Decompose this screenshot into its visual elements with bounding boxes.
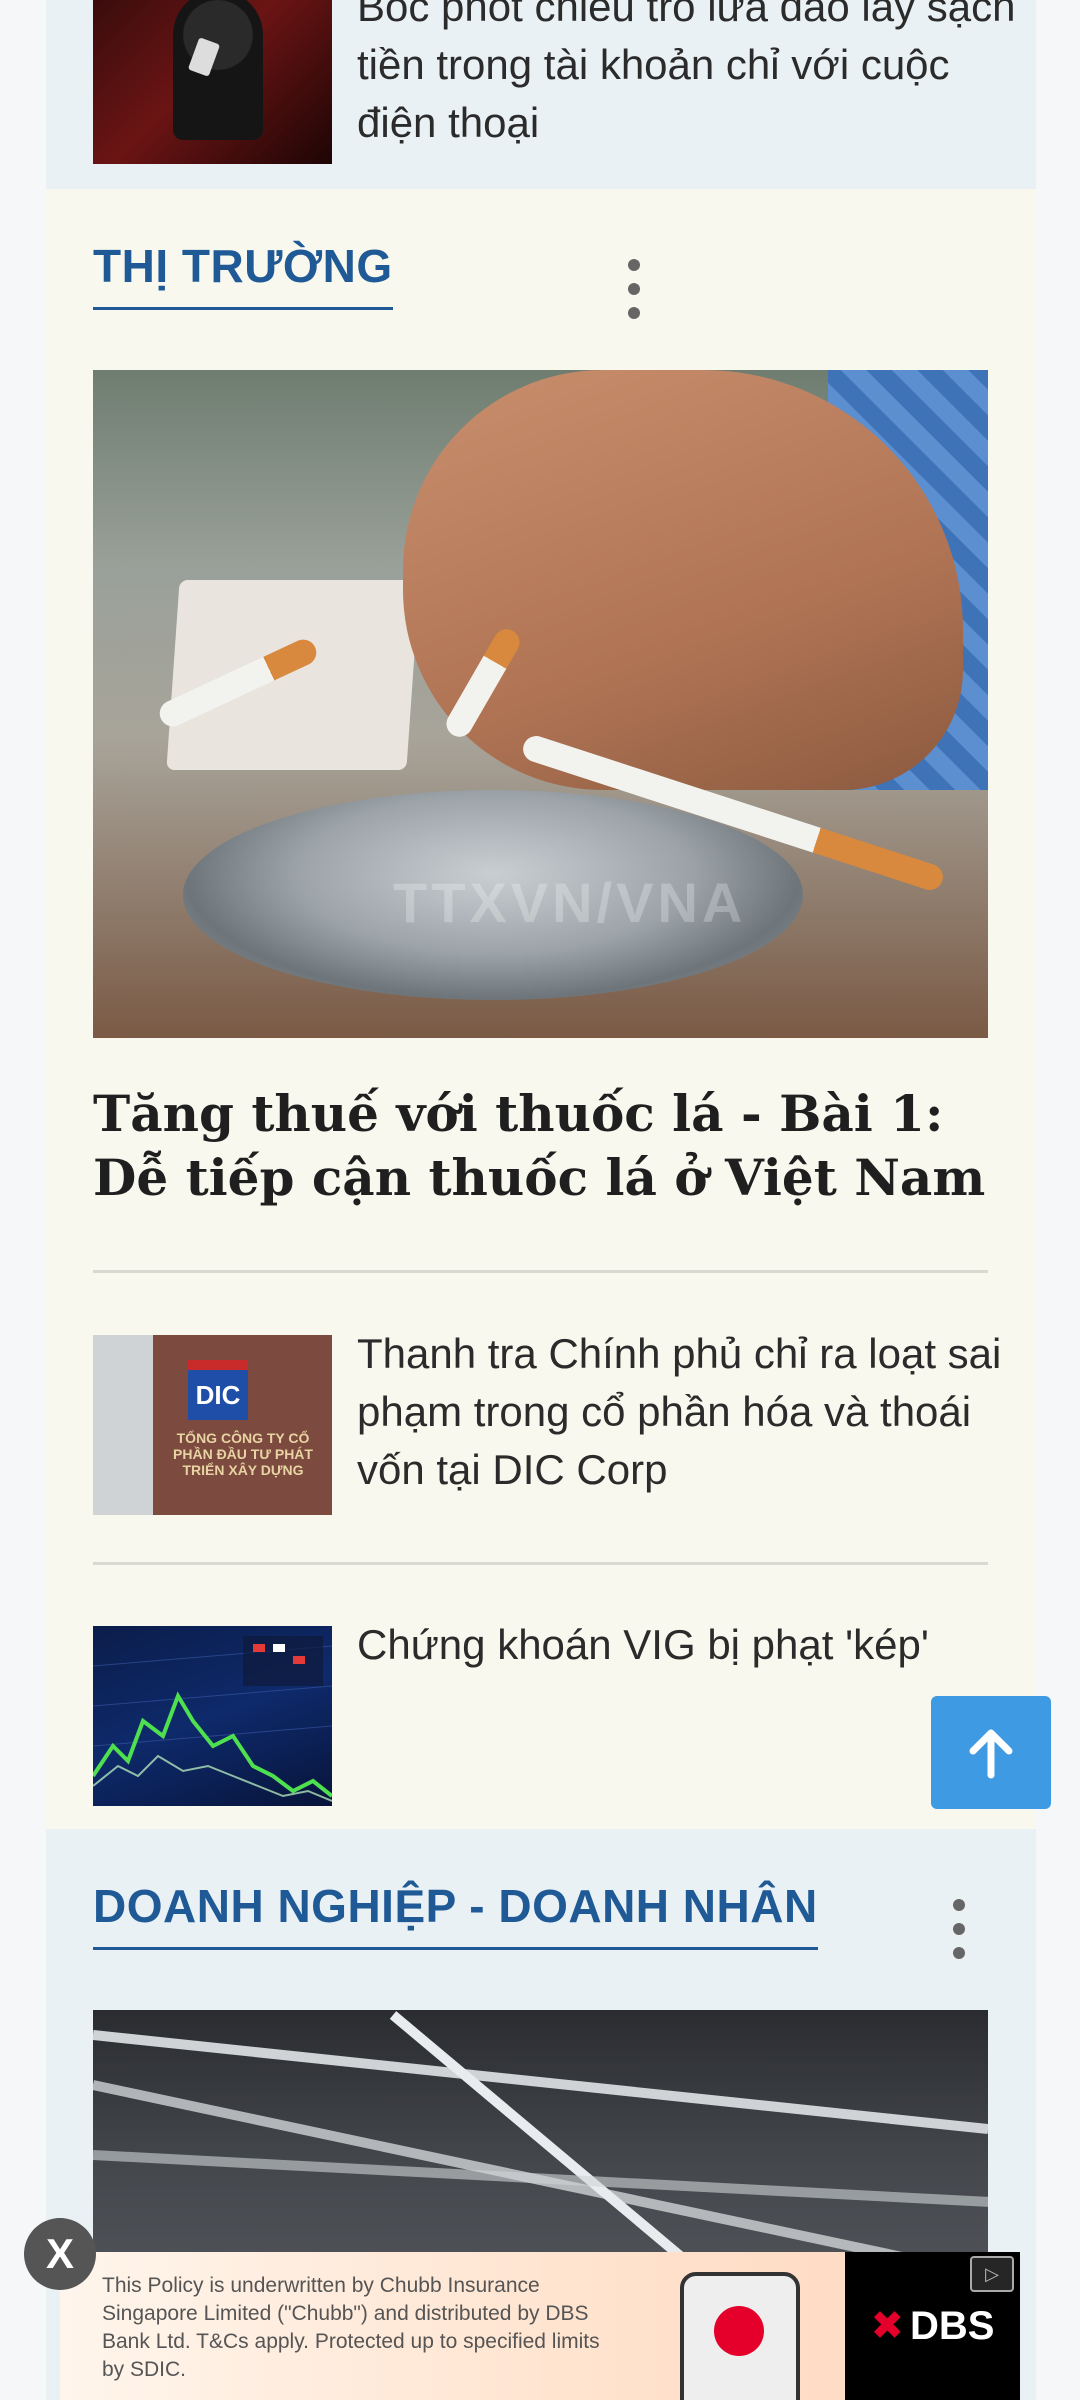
image-watermark: TTXVN/VNA: [393, 871, 747, 934]
hero-article-title[interactable]: Tăng thuế với thuốc lá - Bài 1: Dễ tiếp …: [93, 1082, 988, 1210]
section-heading[interactable]: THỊ TRƯỜNG: [93, 239, 393, 310]
article-title[interactable]: Bóc phốt chiêu trò lừa đảo lấy sạch tiền…: [357, 0, 1017, 152]
article-title[interactable]: Thanh tra Chính phủ chỉ ra loạt sai phạm…: [357, 1325, 1037, 1499]
divider: [93, 1270, 988, 1273]
dbs-mark-icon: ✖: [870, 2304, 905, 2348]
article-thumbnail[interactable]: [93, 0, 332, 164]
section-heading[interactable]: DOANH NGHIỆP - DOANH NHÂN: [93, 1879, 818, 1950]
ad-disclaimer-text: This Policy is underwritten by Chubb Ins…: [102, 2274, 600, 2381]
page: Bóc phốt chiêu trò lừa đảo lấy sạch tiền…: [0, 0, 1080, 2400]
ad-brand-name: DBS: [910, 2303, 995, 2348]
adchoices-icon[interactable]: ▷: [970, 2256, 1014, 2292]
dic-sign: TỔNG CÔNG TY CỔ PHẦN ĐẦU TƯ PHÁT TRIỂN X…: [173, 1430, 313, 1478]
ad-close-button[interactable]: X: [24, 2218, 96, 2290]
arrow-up-icon: [969, 1729, 1013, 1778]
dic-logo: DIC: [188, 1360, 248, 1420]
kebab-menu-icon[interactable]: [947, 1899, 971, 1959]
top-article[interactable]: Bóc phốt chiêu trò lừa đảo lấy sạch tiền…: [46, 0, 1036, 189]
article-thumbnail[interactable]: [93, 1626, 332, 1806]
back-to-top-button[interactable]: [931, 1696, 1051, 1809]
divider: [93, 1562, 988, 1565]
kebab-menu-icon[interactable]: [622, 259, 646, 319]
market-section: THỊ TRƯỜNG TTXVN/VNA Tăng thuế với thuốc…: [46, 189, 1036, 1829]
hero-image[interactable]: TTXVN/VNA: [93, 370, 988, 1038]
ad-phone-image: [680, 2272, 800, 2400]
article-thumbnail[interactable]: DIC TỔNG CÔNG TY CỔ PHẦN ĐẦU TƯ PHÁT TRI…: [93, 1335, 332, 1515]
article-title[interactable]: Chứng khoán VIG bị phạt 'kép': [357, 1616, 1037, 1674]
ad-banner[interactable]: This Policy is underwritten by Chubb Ins…: [60, 2252, 1020, 2400]
